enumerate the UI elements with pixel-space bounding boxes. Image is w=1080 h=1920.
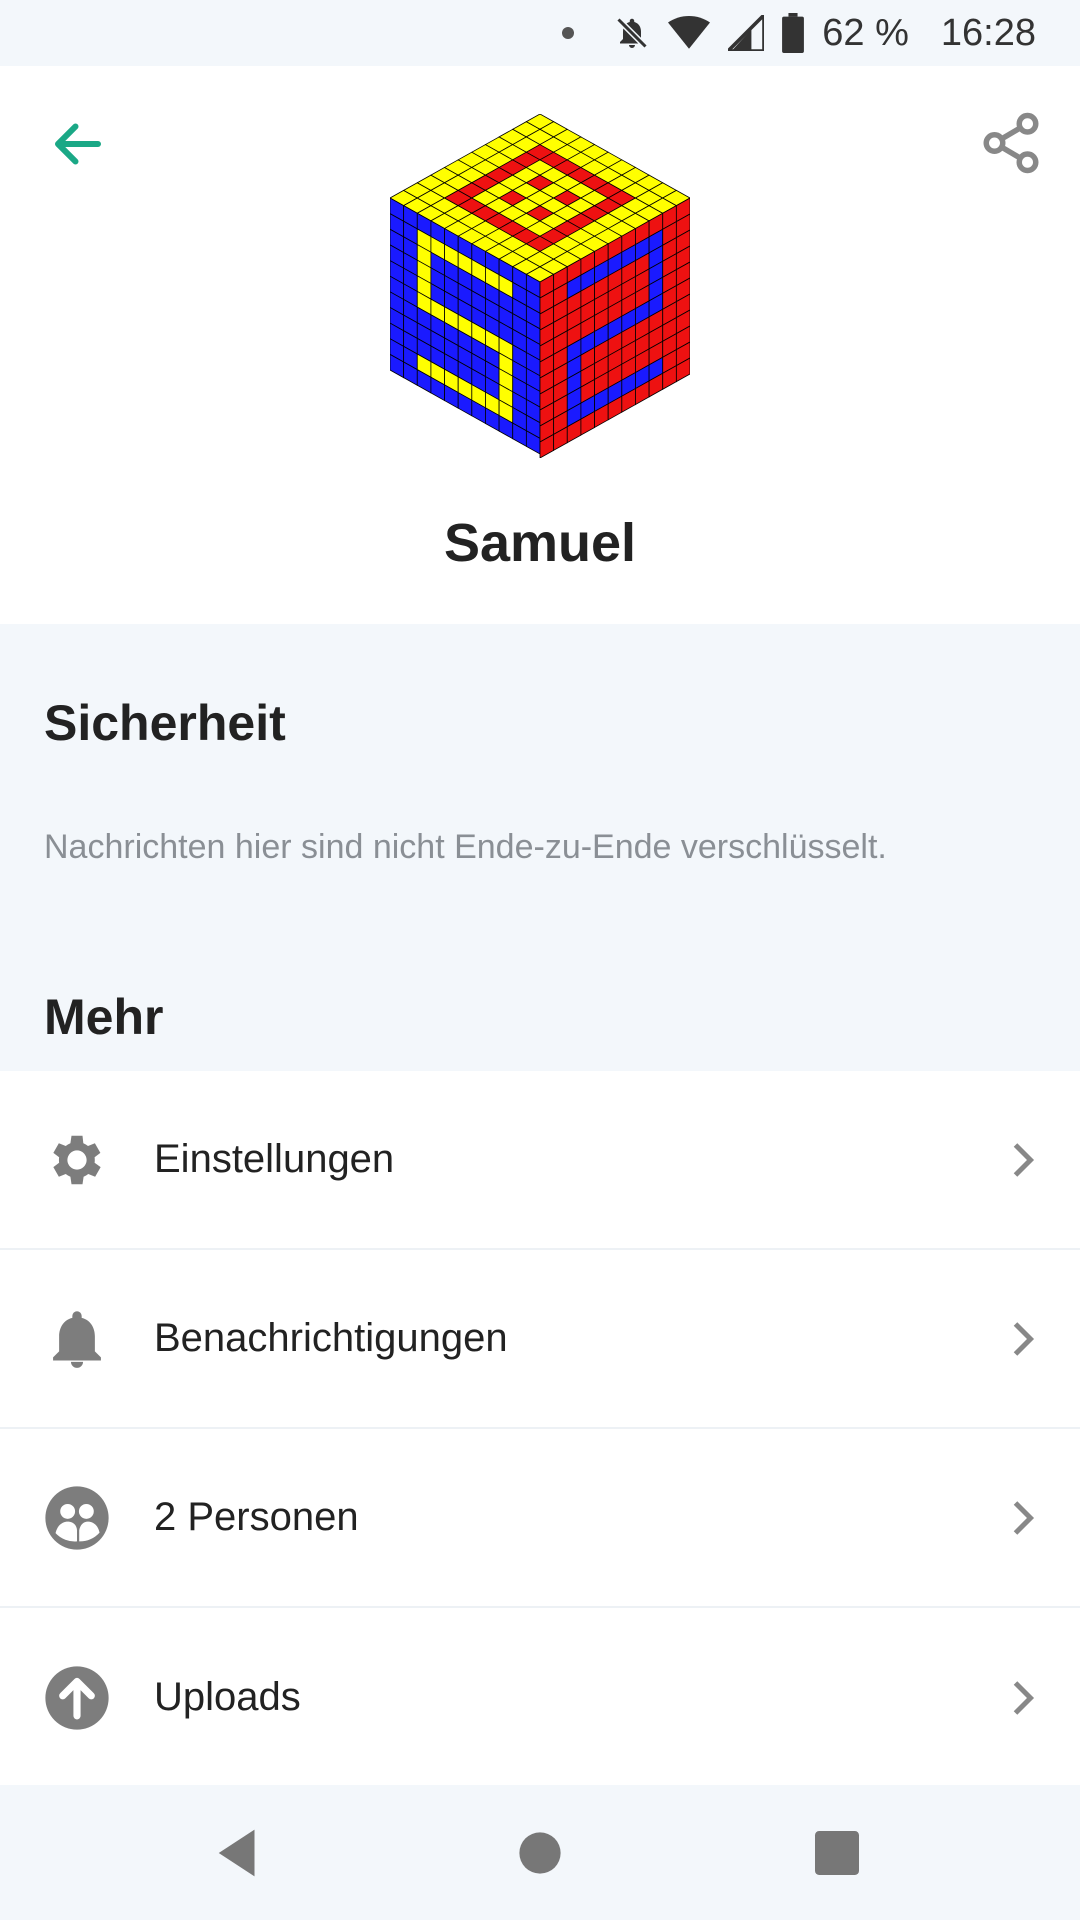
arrow-left-icon <box>55 123 101 165</box>
security-heading: Sicherheit <box>44 695 286 751</box>
chevron-right-icon <box>1013 1680 1035 1715</box>
chevron-right-icon <box>1013 1321 1035 1356</box>
home-circle-icon[interactable] <box>507 1820 573 1886</box>
system-nav-bar <box>0 1785 1080 1920</box>
upload-icon <box>45 1665 109 1730</box>
share-button[interactable] <box>978 110 1044 176</box>
chevron-right-icon <box>1013 1500 1035 1535</box>
list-item-notifications[interactable]: Benachrichtigungen <box>0 1250 1080 1429</box>
status-bar: 62 % 16:28 <box>0 0 1080 66</box>
list-item-label: Einstellungen <box>154 1137 395 1181</box>
recents-square-icon[interactable] <box>804 1820 870 1886</box>
list-item-label: 2 Personen <box>154 1495 359 1539</box>
list-item-label: Benachrichtigungen <box>154 1316 508 1360</box>
list-item-people[interactable]: 2 Personen <box>0 1429 1080 1608</box>
avatar <box>390 114 690 458</box>
back-triangle-icon[interactable] <box>205 1820 271 1886</box>
bell-icon <box>53 1310 101 1368</box>
clock: 16:28 <box>940 11 1036 54</box>
people-icon <box>45 1485 109 1550</box>
profile-header: Samuel <box>0 66 1080 624</box>
wifi-icon <box>668 15 711 49</box>
share-icon <box>983 112 1039 174</box>
list-item-uploads[interactable]: Uploads <box>0 1608 1080 1787</box>
bell-off-icon <box>616 17 648 49</box>
list-item-label: Uploads <box>154 1675 301 1719</box>
list-item-settings[interactable]: Einstellungen <box>0 1071 1080 1250</box>
notification-dot-icon <box>562 27 575 39</box>
signal-icon <box>728 15 765 51</box>
more-list: Einstellungen Benachrichtigungen 2 Perso… <box>0 1071 1080 1787</box>
battery-icon <box>782 13 805 53</box>
security-description: Nachrichten hier sind nicht Ende-zu-Ende… <box>44 828 887 866</box>
more-heading: Mehr <box>44 989 164 1045</box>
contact-name: Samuel <box>443 513 637 573</box>
gear-icon <box>53 1135 101 1184</box>
chevron-right-icon <box>1013 1142 1035 1177</box>
back-button[interactable] <box>48 114 108 174</box>
battery-level: 62 % <box>822 11 909 54</box>
